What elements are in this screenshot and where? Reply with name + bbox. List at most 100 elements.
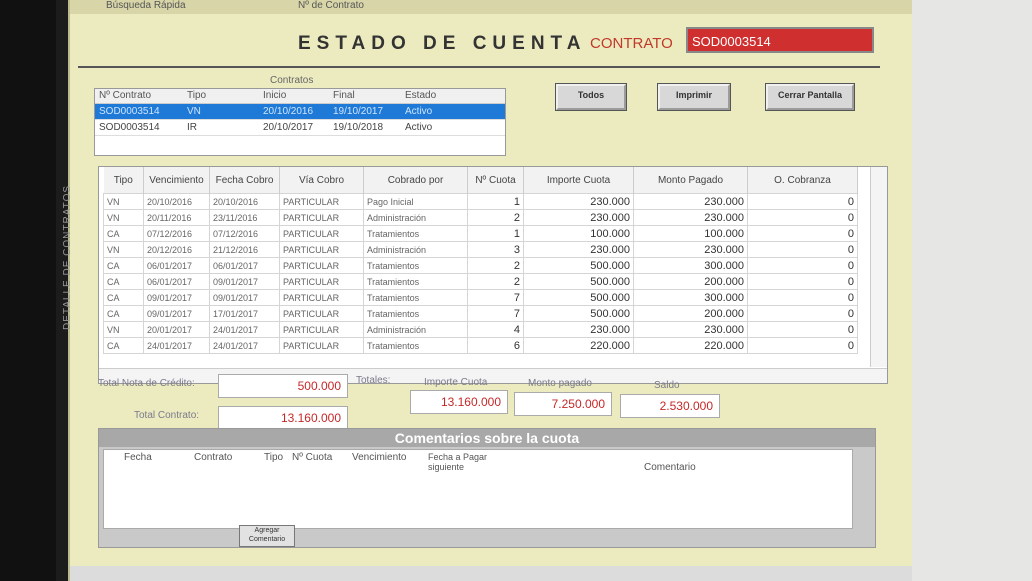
contrato-row[interactable]: SOD0003514 IR 20/10/2017 19/10/2018 Acti… [95,120,505,136]
total-monto-pagado-value: 7.250.000 [514,392,612,416]
cuota-cell-ocob: 0 [747,305,858,322]
total-nota-credito-label: Total Nota de Crédito: [98,378,195,389]
cuota-cell-importe: 230.000 [523,321,634,338]
busqueda-rapida-label[interactable]: Búsqueda Rápida [106,0,186,11]
cerrar-pantalla-button[interactable]: Cerrar Pantalla [766,84,854,110]
saldo-label: Saldo [654,380,680,391]
cuota-cell-pagado: 230.000 [633,321,748,338]
cuota-cell-via: PARTICULAR [279,257,364,274]
col-tipo[interactable]: Tipo [103,167,144,194]
cuota-cell-venc: 07/12/2016 [143,225,210,242]
cuota-cell-venc: 20/12/2016 [143,241,210,258]
cell-estado: Activo [405,122,433,133]
todos-button[interactable]: Todos [556,84,626,110]
col-nro-cuota[interactable]: Nº Cuota [467,167,524,194]
comentarios-grid[interactable]: Fecha Contrato Tipo Nº Cuota Vencimiento… [103,449,853,529]
cuota-cell-fecha: 09/01/2017 [209,273,280,290]
cuota-row[interactable]: CA 06/01/2017 06/01/2017 PARTICULAR Tratamie… [103,257,858,274]
total-importe-cuota-value: 13.160.000 [410,390,508,414]
cuota-cell-via: PARTICULAR [279,273,364,290]
col-monto-pagado[interactable]: Monto Pagado [633,167,748,194]
nro-contrato-label[interactable]: Nº de Contrato [298,0,364,11]
cuota-cell-fecha: 06/01/2017 [209,257,280,274]
cell-final: 19/10/2017 [333,106,384,117]
col-comentario: Comentario [644,462,696,473]
cuota-cell-nro: 4 [467,321,524,338]
contrato-label: CONTRATO [590,35,673,52]
total-contrato-value: 13.160.000 [218,406,348,430]
cuota-cell-pagado: 230.000 [633,241,748,258]
cuota-row[interactable]: CA 09/01/2017 17/01/2017 PARTICULAR Tratamie… [103,305,858,322]
cell-contrato: SOD0003514 [99,106,160,117]
contrato-field[interactable]: SOD0003514 [686,27,874,53]
cuota-cell-tipo: CA [103,225,144,242]
cuota-cell-tipo: CA [103,257,144,274]
monto-pagado-label: Monto pagado [528,378,592,389]
cell-tipo: VN [187,106,201,117]
contrato-row-selected[interactable]: SOD0003514 VN 20/10/2016 19/10/2017 Acti… [95,104,505,120]
cuota-cell-importe: 500.000 [523,257,634,274]
cuota-cell-nro: 7 [467,289,524,306]
imprimir-button[interactable]: Imprimir [658,84,730,110]
col-vencimiento[interactable]: Vencimiento [143,167,210,194]
col-importe-cuota[interactable]: Importe Cuota [523,167,634,194]
cuota-cell-importe: 500.000 [523,289,634,306]
header-divider [78,66,880,68]
comentarios-title: Comentarios sobre la cuota [99,429,875,447]
cuota-cell-tipo: CA [103,289,144,306]
estado-de-cuenta-window: Búsqueda Rápida Nº de Contrato ESTADO DE… [62,0,912,581]
col-tipo: Tipo [187,90,207,101]
cuota-cell-tipo: CA [103,337,144,354]
cuota-row[interactable]: VN 20/10/2016 20/10/2016 PARTICULAR Pago Ini… [103,193,858,210]
cuota-cell-fecha: 21/12/2016 [209,241,280,258]
contratos-list[interactable]: Nº Contrato Tipo Inicio Final Estado SOD… [94,88,506,156]
cuota-cell-ocob: 0 [747,225,858,242]
col-via-cobro[interactable]: Vía Cobro [279,167,364,194]
col-fecha: Fecha [124,452,152,463]
col-cobrado-por[interactable]: Cobrado por [363,167,468,194]
cuota-cell-fecha: 09/01/2017 [209,289,280,306]
saldo-value: 2.530.000 [620,394,720,418]
cuota-row[interactable]: VN 20/01/2017 24/01/2017 PARTICULAR Administ… [103,321,858,338]
col-fecha-cobro[interactable]: Fecha Cobro [209,167,280,194]
cuota-cell-pagado: 200.000 [633,273,748,290]
cuota-row[interactable]: CA 09/01/2017 09/01/2017 PARTICULAR Tratamie… [103,289,858,306]
cuota-cell-venc: 20/01/2017 [143,321,210,338]
cell-final: 19/10/2018 [333,122,384,133]
cuota-cell-cobrado: Tratamientos [363,289,468,306]
cuota-cell-tipo: CA [103,305,144,322]
cuota-cell-nro: 3 [467,241,524,258]
cuota-cell-via: PARTICULAR [279,193,364,210]
cuota-cell-nro: 1 [467,193,524,210]
importe-cuota-label: Importe Cuota [424,377,488,388]
cuotas-vertical-scrollbar[interactable] [870,167,887,367]
cuota-cell-venc: 20/11/2016 [143,209,210,226]
col-contrato: Contrato [194,452,233,463]
cuota-cell-cobrado: Pago Inicial [363,193,468,210]
cuota-cell-importe: 220.000 [523,337,634,354]
cuota-cell-nro: 2 [467,209,524,226]
col-vencimiento: Vencimiento [352,452,407,463]
cuota-cell-venc: 06/01/2017 [143,273,210,290]
agregar-comentario-button[interactable]: Agregar Comentario [239,525,295,547]
cuota-cell-nro: 6 [467,337,524,354]
col-fecha-a-pagar: Fecha a Pagar siguiente [428,452,488,472]
cuota-cell-fecha: 23/11/2016 [209,209,280,226]
cuota-cell-fecha: 20/10/2016 [209,193,280,210]
cuota-cell-fecha: 07/12/2016 [209,225,280,242]
cuota-row[interactable]: CA 06/01/2017 09/01/2017 PARTICULAR Tratamie… [103,273,858,290]
cuota-row[interactable]: VN 20/11/2016 23/11/2016 PARTICULAR Administ… [103,209,858,226]
cuota-cell-tipo: VN [103,241,144,258]
bottom-status-bar [70,566,912,581]
cuota-cell-venc: 20/10/2016 [143,193,210,210]
cuotas-grid[interactable]: Tipo Vencimiento Fecha Cobro Vía Cobro C… [98,166,888,384]
col-estado: Estado [405,90,437,101]
cuotas-header-row: Tipo Vencimiento Fecha Cobro Vía Cobro C… [103,167,858,194]
cuota-row[interactable]: VN 20/12/2016 21/12/2016 PARTICULAR Administ… [103,241,858,258]
cuota-cell-fecha: 24/01/2017 [209,337,280,354]
cuota-row[interactable]: CA 24/01/2017 24/01/2017 PARTICULAR Tratamie… [103,337,858,354]
cuota-cell-ocob: 0 [747,209,858,226]
col-o-cobranza[interactable]: O. Cobranza [747,167,858,194]
cuota-cell-importe: 230.000 [523,209,634,226]
cuota-row[interactable]: CA 07/12/2016 07/12/2016 PARTICULAR Tratamie… [103,225,858,242]
